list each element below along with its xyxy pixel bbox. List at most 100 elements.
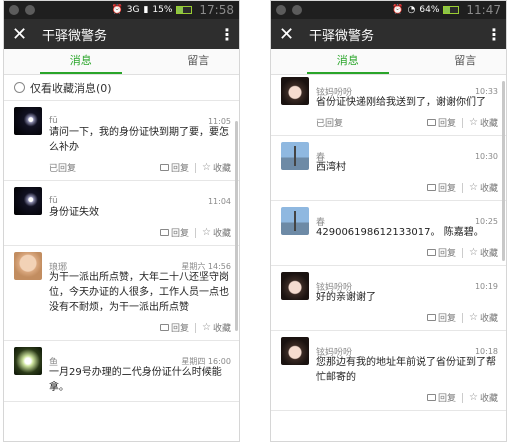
message-time: 10:19 [474, 281, 498, 291]
avatar[interactable] [14, 187, 42, 215]
reply-button[interactable]: 回复 [427, 246, 456, 259]
avatar[interactable] [14, 347, 42, 375]
divider [462, 392, 464, 403]
more-icon[interactable]: ⋮ [219, 25, 235, 44]
favorite-button[interactable]: ☆ 收藏 [202, 161, 231, 174]
battery-icon [443, 6, 460, 14]
avatar[interactable] [14, 107, 42, 135]
battery-percent: 15% [152, 5, 173, 15]
phone-screen-right: ⏰ ◔ 64% 11:47 ✕ 干驿微警务 ⋮ 消息 留言 铉妈吩吩 10:33… [270, 0, 507, 442]
edit-icon [292, 5, 302, 15]
message-content: 身份证失效 [49, 207, 99, 218]
favorite-label: 收藏 [212, 324, 231, 334]
app-icon [276, 5, 286, 15]
list-item: 春 10:25 429006198612133017。 陈嘉碧。 回复 ☆ 收藏 [271, 201, 506, 266]
app-icon [9, 5, 19, 15]
reply-button[interactable]: 回复 [427, 391, 456, 404]
tab-messages[interactable]: 消息 [40, 49, 122, 74]
radio-icon[interactable] [14, 82, 25, 93]
avatar[interactable] [281, 77, 309, 105]
divider [462, 312, 464, 323]
list-item: 春 10:30 西湾村 回复 ☆ 收藏 [271, 136, 506, 201]
reply-button[interactable]: 回复 [160, 321, 189, 334]
list-item: fū 11:04 身份证失效 回复 ☆ 收藏 [4, 181, 239, 246]
favorite-button[interactable]: ☆ 收藏 [469, 246, 498, 259]
battery-percent: 64% [419, 5, 440, 15]
message-content: 您那边有我的地址年前说了省份证到了帮忙邮寄的 [316, 357, 496, 383]
more-icon[interactable]: ⋮ [486, 25, 502, 44]
divider [195, 322, 197, 333]
alarm-icon: ⏰ [111, 5, 123, 15]
reply-label: 回复 [438, 314, 457, 324]
message-content: 429006198612133017。 陈嘉碧。 [316, 227, 484, 238]
replied-badge: 已回复 [49, 164, 77, 174]
favorite-button[interactable]: ☆ 收藏 [202, 226, 231, 239]
avatar[interactable] [281, 337, 309, 365]
reply-label: 回复 [171, 324, 190, 334]
reply-label: 回复 [171, 164, 190, 174]
star-icon: ☆ [202, 162, 211, 173]
signal-icon: ▮ [143, 5, 149, 15]
divider [195, 162, 197, 173]
list-item: 鱼 星期四 16:00 一月29号办理的二代身份证什么时候能拿。 [4, 341, 239, 402]
favorite-label: 收藏 [479, 119, 498, 129]
divider [462, 117, 464, 128]
reply-button[interactable]: 回复 [160, 161, 189, 174]
reply-label: 回复 [438, 394, 457, 404]
divider [462, 247, 464, 258]
screenshot-pair: ⏰ 3G ▮ 15% 17:58 ✕ 干驿微警务 ⋮ 消息 留言 仅看收藏消息(… [0, 0, 511, 442]
avatar[interactable] [281, 142, 309, 170]
list-item: 琅琊 星期六 14:56 为干一派出所点赞，大年二十八还坚守岗位，今天办证的人很… [4, 246, 239, 341]
favorite-button[interactable]: ☆ 收藏 [469, 181, 498, 194]
message-time: 10:30 [474, 151, 498, 161]
reply-button[interactable]: 回复 [427, 116, 456, 129]
network-label: 3G [126, 5, 140, 15]
favorite-button[interactable]: ☆ 收藏 [469, 311, 498, 324]
avatar[interactable] [14, 252, 42, 280]
close-icon[interactable]: ✕ [279, 24, 301, 45]
avatar[interactable] [281, 207, 309, 235]
star-icon: ☆ [202, 227, 211, 238]
favorite-button[interactable]: ☆ 收藏 [202, 321, 231, 334]
reply-label: 回复 [171, 229, 190, 239]
alarm-icon: ⏰ [392, 5, 404, 15]
scrollbar[interactable] [235, 121, 238, 331]
star-icon: ☆ [202, 322, 211, 333]
star-icon: ☆ [469, 117, 478, 128]
message-content: 为干一派出所点赞，大年二十八还坚守岗位，今天办证的人很多，工作人员一点也没有不耐… [49, 272, 229, 313]
scrollbar[interactable] [502, 81, 505, 261]
message-content: 省份证快递刚给我送到了，谢谢你们了 [316, 97, 486, 108]
message-time: 11:04 [207, 196, 231, 206]
tab-messages[interactable]: 消息 [307, 49, 389, 74]
divider [462, 182, 464, 193]
tab-bar: 消息 留言 [4, 49, 239, 75]
avatar[interactable] [281, 272, 309, 300]
message-content: 请问一下，我的身份证快到期了要，要怎么补办 [49, 127, 229, 153]
reply-icon [427, 249, 436, 256]
reply-label: 回复 [438, 119, 457, 129]
list-item: 铉妈吩吩 10:19 好的亲谢谢了 回复 ☆ 收藏 [271, 266, 506, 331]
star-icon: ☆ [469, 392, 478, 403]
favorite-button[interactable]: ☆ 收藏 [469, 391, 498, 404]
reply-button[interactable]: 回复 [427, 181, 456, 194]
list-item: 铉妈吩吩 10:18 您那边有我的地址年前说了省份证到了帮忙邮寄的 回复 ☆ 收藏 [271, 331, 506, 411]
favorites-filter-label: 仅看收藏消息(0) [30, 81, 112, 95]
tab-comments[interactable]: 留言 [158, 49, 240, 74]
favorite-label: 收藏 [212, 229, 231, 239]
list-item: 铉妈吩吩 10:33 省份证快递刚给我送到了，谢谢你们了 已回复 回复 ☆ 收藏 [271, 75, 506, 136]
message-content: 一月29号办理的二代身份证什么时候能拿。 [49, 367, 222, 393]
clock: 11:47 [466, 3, 501, 17]
reply-icon [160, 164, 169, 171]
reply-icon [160, 229, 169, 236]
favorites-filter[interactable]: 仅看收藏消息(0) [4, 75, 239, 101]
replied-badge: 已回复 [316, 119, 344, 129]
close-icon[interactable]: ✕ [12, 24, 34, 45]
favorite-button[interactable]: ☆ 收藏 [469, 116, 498, 129]
reply-icon [427, 119, 436, 126]
tab-bar: 消息 留言 [271, 49, 506, 75]
app-bar: ✕ 干驿微警务 ⋮ [271, 19, 506, 49]
reply-button[interactable]: 回复 [160, 226, 189, 239]
tab-comments[interactable]: 留言 [425, 49, 507, 74]
reply-button[interactable]: 回复 [427, 311, 456, 324]
reply-label: 回复 [438, 249, 457, 259]
